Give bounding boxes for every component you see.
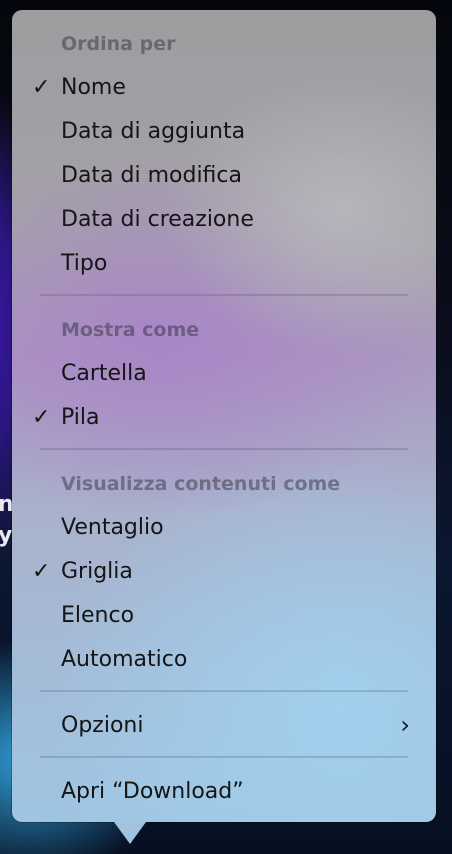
- menu-item-sort-date-added[interactable]: Data di aggiunta: [12, 111, 436, 151]
- section-header-sort-by: Ordina per: [12, 24, 436, 64]
- menu-item-label: Ventaglio: [61, 514, 164, 540]
- checkmark-icon: ✓: [32, 404, 51, 430]
- menu-item-label: Apri “Download”: [61, 778, 244, 804]
- menu-item-label: Opzioni: [61, 712, 144, 738]
- menu-item-display-stack[interactable]: ✓ Pila: [12, 397, 436, 437]
- chevron-right-icon: ›: [400, 711, 410, 739]
- menu-separator: [40, 756, 408, 758]
- menu-item-label: Data di modifica: [61, 162, 242, 188]
- checkmark-icon: ✓: [32, 74, 51, 100]
- background-text-fragment: y: [0, 523, 13, 548]
- section-header-label: Ordina per: [61, 33, 176, 55]
- checkmark-icon: ✓: [32, 558, 51, 584]
- menu-item-label: Data di aggiunta: [61, 118, 246, 144]
- menu-item-sort-name[interactable]: ✓ Nome: [12, 67, 436, 107]
- menu-item-label: Tipo: [61, 250, 108, 276]
- menu-pointer-arrow: [114, 822, 146, 844]
- menu-item-label: Data di creazione: [61, 206, 254, 232]
- menu-item-label: Cartella: [61, 360, 147, 386]
- menu-item-sort-date-modified[interactable]: Data di modifica: [12, 155, 436, 195]
- menu-item-view-fan[interactable]: Ventaglio: [12, 507, 436, 547]
- menu-item-label: Nome: [61, 74, 126, 100]
- menu-item-options[interactable]: Opzioni ›: [12, 705, 436, 745]
- section-header-label: Visualizza contenuti come: [61, 473, 341, 495]
- menu-item-view-list[interactable]: Elenco: [12, 595, 436, 635]
- menu-item-sort-date-created[interactable]: Data di creazione: [12, 199, 436, 239]
- menu-separator: [40, 690, 408, 692]
- menu-item-sort-kind[interactable]: Tipo: [12, 243, 436, 283]
- section-header-view-content-as: Visualizza contenuti come: [12, 464, 436, 504]
- menu-item-label: Griglia: [61, 558, 133, 584]
- stack-context-menu: Ordina per ✓ Nome Data di aggiunta Data …: [12, 10, 436, 822]
- menu-separator: [40, 448, 408, 450]
- menu-item-label: Automatico: [61, 646, 188, 672]
- menu-separator: [40, 294, 408, 296]
- menu-item-view-automatic[interactable]: Automatico: [12, 639, 436, 679]
- menu-item-view-grid[interactable]: ✓ Griglia: [12, 551, 436, 591]
- section-header-label: Mostra come: [61, 319, 200, 341]
- menu-item-display-folder[interactable]: Cartella: [12, 353, 436, 393]
- menu-item-label: Pila: [61, 404, 100, 430]
- section-header-display-as: Mostra come: [12, 310, 436, 350]
- menu-item-open-folder[interactable]: Apri “Download”: [12, 771, 436, 811]
- menu-item-label: Elenco: [61, 602, 135, 628]
